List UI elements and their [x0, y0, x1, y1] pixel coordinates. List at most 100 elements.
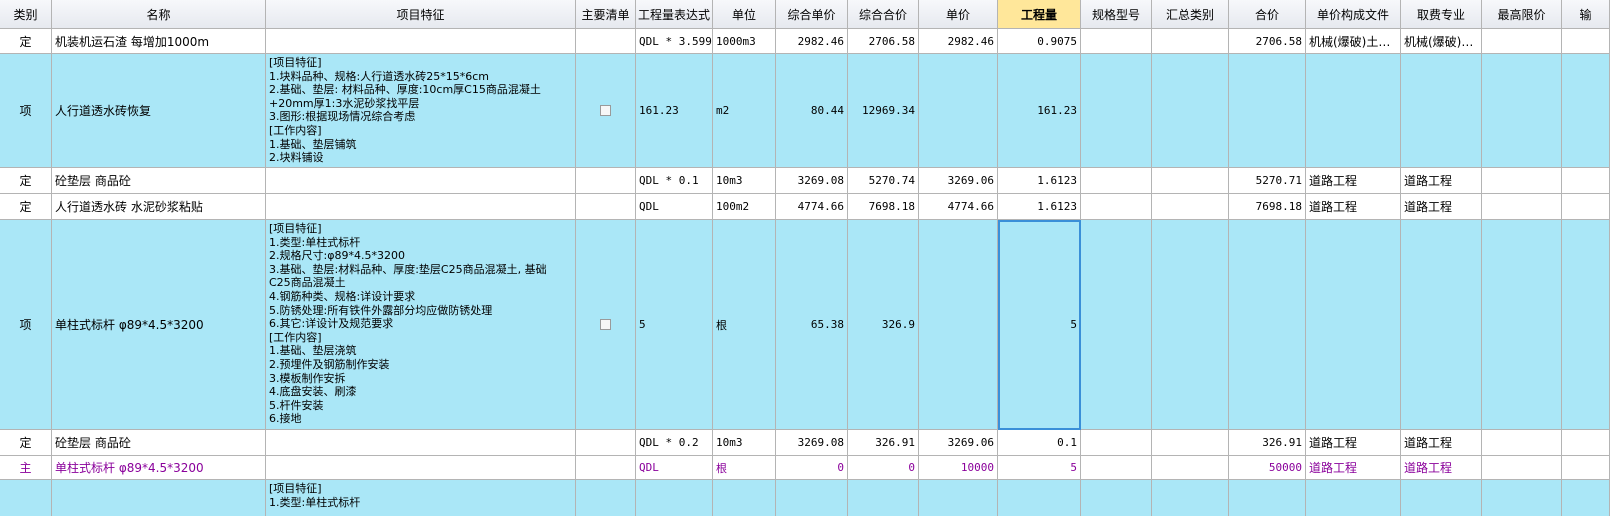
header-col-zg[interactable]: 最高限价	[1482, 0, 1562, 29]
cell-col-zhhj[interactable]: 2706.58	[848, 29, 919, 54]
cell-col-hj[interactable]: 5270.71	[1229, 168, 1306, 194]
table-row[interactable]: 定人行道透水砖 水泥砂浆粘贴 QDL 100m2 4774.66 7698.18 4774…	[0, 194, 1610, 220]
cell-col-djgc[interactable]: 道路工程	[1306, 456, 1401, 480]
cell-col-feature[interactable]: [项目特征] 1.块料品种、规格:人行道透水砖25*15*6cm 2.基础、垫层…	[266, 54, 576, 168]
cell-col-dj[interactable]: 4774.66	[919, 194, 998, 220]
header-col-feature[interactable]: 项目特征	[266, 0, 576, 29]
cell-col-feature[interactable]: [项目特征] 1.类型:单柱式标杆	[266, 480, 576, 516]
cell-col-extra[interactable]	[1562, 194, 1610, 220]
cell-col-main[interactable]	[576, 456, 636, 480]
header-col-main[interactable]: 主要清单	[576, 0, 636, 29]
cell-col-hz[interactable]	[1152, 29, 1229, 54]
cell-col-gg[interactable]	[1081, 456, 1152, 480]
cell-col-name[interactable]: 砼垫层 商品砼	[52, 168, 266, 194]
cell-col-zhdj[interactable]: 2982.46	[776, 29, 848, 54]
header-col-gg[interactable]: 规格型号	[1081, 0, 1152, 29]
cell-col-main[interactable]	[576, 54, 636, 168]
cell-col-qf[interactable]: 道路工程	[1401, 168, 1482, 194]
header-col-gcl[interactable]: 工程量	[998, 0, 1081, 29]
table-row[interactable]: [项目特征] 1.类型:单柱式标杆	[0, 480, 1610, 516]
header-col-hz[interactable]: 汇总类别	[1152, 0, 1229, 29]
cell-col-gcl[interactable]	[998, 480, 1081, 516]
cell-col-expr[interactable]: QDL	[636, 194, 713, 220]
cell-col-zhhj[interactable]	[848, 480, 919, 516]
cell-col-gcl[interactable]: 5	[998, 456, 1081, 480]
cell-col-expr[interactable]: 5	[636, 220, 713, 430]
cell-col-zhdj[interactable]: 65.38	[776, 220, 848, 430]
cell-col-main[interactable]	[576, 480, 636, 516]
cell-col-type[interactable]: 定	[0, 168, 52, 194]
cell-col-hz[interactable]	[1152, 456, 1229, 480]
cell-col-gcl[interactable]: 0.1	[998, 430, 1081, 456]
cell-col-name[interactable]: 单柱式标杆 φ89*4.5*3200	[52, 456, 266, 480]
cell-col-unit[interactable]: 100m2	[713, 194, 776, 220]
cell-col-unit[interactable]: 10m3	[713, 430, 776, 456]
cell-col-extra[interactable]	[1562, 168, 1610, 194]
cell-col-feature[interactable]	[266, 168, 576, 194]
cell-col-type[interactable]: 定	[0, 194, 52, 220]
cell-col-zhdj[interactable]	[776, 480, 848, 516]
cell-col-zhhj[interactable]: 5270.74	[848, 168, 919, 194]
cell-col-gg[interactable]	[1081, 29, 1152, 54]
cell-col-zhdj[interactable]: 80.44	[776, 54, 848, 168]
cell-col-dj[interactable]	[919, 480, 998, 516]
cell-col-unit[interactable]: 根	[713, 456, 776, 480]
header-col-type[interactable]: 类别	[0, 0, 52, 29]
cell-col-hz[interactable]	[1152, 220, 1229, 430]
cell-col-zhhj[interactable]: 7698.18	[848, 194, 919, 220]
cell-col-zhhj[interactable]: 326.9	[848, 220, 919, 430]
cell-col-main[interactable]	[576, 168, 636, 194]
cell-col-name[interactable]	[52, 480, 266, 516]
cell-col-dj[interactable]: 3269.06	[919, 168, 998, 194]
cell-col-hj[interactable]: 50000	[1229, 456, 1306, 480]
cell-col-hz[interactable]	[1152, 54, 1229, 168]
cell-col-dj[interactable]: 3269.06	[919, 430, 998, 456]
cell-col-expr[interactable]: 161.23	[636, 54, 713, 168]
cell-col-djgc[interactable]: 道路工程	[1306, 194, 1401, 220]
cell-col-gcl[interactable]: 1.6123	[998, 194, 1081, 220]
cell-col-gcl[interactable]: 5	[998, 220, 1081, 430]
cell-col-djgc[interactable]: 道路工程	[1306, 168, 1401, 194]
cell-col-gg[interactable]	[1081, 168, 1152, 194]
cell-col-hz[interactable]	[1152, 480, 1229, 516]
cell-col-type[interactable]: 定	[0, 29, 52, 54]
cell-col-zg[interactable]	[1482, 54, 1562, 168]
cell-col-hz[interactable]	[1152, 168, 1229, 194]
cell-col-feature[interactable]	[266, 29, 576, 54]
cell-col-zg[interactable]	[1482, 168, 1562, 194]
header-col-djgc[interactable]: 单价构成文件	[1306, 0, 1401, 29]
cell-col-main[interactable]	[576, 29, 636, 54]
cell-col-type[interactable]: 项	[0, 54, 52, 168]
header-col-hj[interactable]: 合价	[1229, 0, 1306, 29]
header-col-qf[interactable]: 取费专业	[1401, 0, 1482, 29]
cell-col-feature[interactable]	[266, 194, 576, 220]
cell-col-expr[interactable]: QDL * 3.599	[636, 29, 713, 54]
cell-col-hj[interactable]: 2706.58	[1229, 29, 1306, 54]
cell-col-unit[interactable]: 根	[713, 220, 776, 430]
cell-col-type[interactable]: 项	[0, 220, 52, 430]
cell-col-dj[interactable]: 10000	[919, 456, 998, 480]
cell-col-qf[interactable]: 机械(爆破)…	[1401, 29, 1482, 54]
cell-col-gcl[interactable]: 1.6123	[998, 168, 1081, 194]
cell-col-unit[interactable]: 1000m3	[713, 29, 776, 54]
cell-col-djgc[interactable]: 机械(爆破)土…	[1306, 29, 1401, 54]
cell-col-hz[interactable]	[1152, 430, 1229, 456]
cell-col-zhdj[interactable]: 4774.66	[776, 194, 848, 220]
cell-col-qf[interactable]	[1401, 54, 1482, 168]
cell-col-zg[interactable]	[1482, 480, 1562, 516]
cell-col-djgc[interactable]: 道路工程	[1306, 430, 1401, 456]
cell-col-extra[interactable]	[1562, 430, 1610, 456]
cell-col-name[interactable]: 单柱式标杆 φ89*4.5*3200	[52, 220, 266, 430]
cell-col-dj[interactable]: 2982.46	[919, 29, 998, 54]
cell-col-name[interactable]: 机装机运石渣 每增加1000m	[52, 29, 266, 54]
cell-col-feature[interactable]	[266, 456, 576, 480]
cell-col-gg[interactable]	[1081, 430, 1152, 456]
cell-col-zg[interactable]	[1482, 430, 1562, 456]
header-col-zhdj[interactable]: 综合单价	[776, 0, 848, 29]
cell-col-type[interactable]: 定	[0, 430, 52, 456]
cell-col-expr[interactable]: QDL * 0.1	[636, 168, 713, 194]
cell-col-name[interactable]: 人行道透水砖 水泥砂浆粘贴	[52, 194, 266, 220]
cell-col-zhdj[interactable]: 3269.08	[776, 430, 848, 456]
cell-col-zhdj[interactable]: 3269.08	[776, 168, 848, 194]
cell-col-zhdj[interactable]: 0	[776, 456, 848, 480]
